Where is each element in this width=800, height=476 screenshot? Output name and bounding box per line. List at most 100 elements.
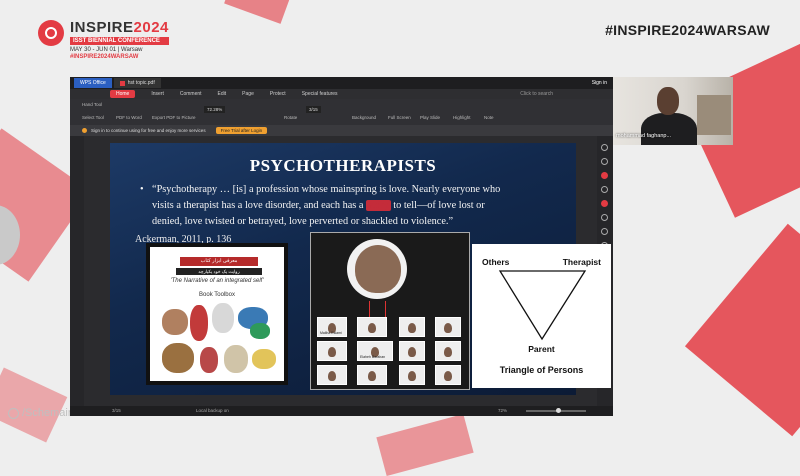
participant-tile (435, 365, 461, 385)
participant-tile (399, 365, 425, 385)
decor-shape (224, 0, 296, 24)
triangle-of-persons-diagram: Others Therapist Parent Triangle of Pers… (472, 244, 611, 388)
toy-image (212, 303, 234, 333)
decor-shape (684, 223, 800, 437)
slide-quote: • “Psychotherapy … [is] a profession whos… (140, 182, 550, 230)
logo-title-text: INSPIRE (70, 19, 134, 36)
sidebar-tool-icon[interactable] (601, 158, 608, 165)
participant-tile (317, 365, 347, 385)
participant-tile (317, 341, 347, 361)
toy-image (224, 345, 248, 373)
menu-insert[interactable]: Insert (151, 91, 164, 97)
quote-text-2b: to tell—of love lost or (393, 200, 485, 211)
logo-subtitle: ISST BIENNIAL CONFERENCE (70, 37, 169, 45)
conference-logo: INSPIRE2024 ISST BIENNIAL CONFERENCE MAY… (38, 20, 169, 60)
quote-line-2: visits a therapist has a love disorder, … (140, 198, 550, 214)
menu-edit[interactable]: Edit (218, 91, 227, 97)
menu-special-features[interactable]: Special features (302, 91, 338, 97)
sign-in-notice: Sign in to continue using for free and e… (70, 125, 613, 136)
quote-line-1: • “Psychotherapy … [is] a profession whos… (140, 184, 501, 195)
menu-bar: Home Insert Comment Edit Page Protect Sp… (70, 89, 613, 99)
participant-tile: Maliha Eslami (317, 317, 347, 337)
sidebar-tool-icon[interactable] (601, 200, 608, 207)
sidebar-tool-icon[interactable] (601, 214, 608, 221)
pdf-app-window: WPS Office hst topic.pdf Sign in Home In… (70, 77, 613, 416)
speaker-camera: mohammad faghanp... (613, 77, 733, 145)
menu-page[interactable]: Page (242, 91, 254, 97)
search-box[interactable]: Click to search (520, 91, 553, 97)
menu-comment[interactable]: Comment (180, 91, 202, 97)
sidebar-tool-icon[interactable] (601, 228, 608, 235)
participant-tile (435, 317, 461, 337)
logo-title: INSPIRE2024 (70, 20, 169, 35)
participant-tile (435, 341, 461, 361)
quote-text-2a: visits a therapist has a love disorder, … (152, 200, 364, 211)
conference-hashtag: #INSPIRE2024WARSAW (605, 22, 770, 38)
book-toolbox-image: معرفی ابزار کتاب روایت یک خود یکپارچه 'T… (146, 243, 288, 385)
video-call-screenshot: Maliha Eslami Elaheh Barahan (310, 232, 470, 390)
participant-tile: Elaheh Barahan (357, 341, 393, 361)
logo-icon (38, 20, 64, 46)
pdf-slide: PSYCHOTHERAPISTS • “Psychotherapy … [is] … (110, 143, 611, 395)
participant-tile (357, 317, 387, 337)
select-tool-button[interactable]: Select Tool (82, 115, 104, 120)
participant-name: Maliha Eslami (320, 331, 342, 335)
camera-shelf (697, 95, 731, 135)
tab-file-label: hst topic.pdf (127, 80, 155, 86)
rotate-button[interactable]: Rotate (284, 115, 297, 120)
export-pdf-button[interactable]: Export PDF to Picture (152, 115, 196, 120)
sidebar-tool-icon[interactable] (601, 186, 608, 193)
quote-line-3: denied, love twisted or betrayed, love p… (140, 214, 550, 230)
participant-name: Elaheh Barahan (360, 355, 386, 359)
quote-text-3: denied, love twisted or betrayed, love p… (152, 216, 454, 227)
decor-shape (376, 414, 474, 476)
participant-tile (399, 341, 425, 361)
menu-home[interactable]: Home (110, 90, 136, 98)
highlight-button[interactable]: Highlight (453, 115, 471, 120)
notice-text: Sign in to continue using for free and e… (91, 128, 206, 133)
highlighted-word: story (366, 200, 391, 211)
tab-file[interactable]: hst topic.pdf (113, 78, 161, 88)
triangle-label-parent: Parent (528, 344, 555, 354)
triangle-caption: Triangle of Persons (499, 365, 584, 375)
toy-image (250, 323, 270, 339)
tab-wps-office[interactable]: WPS Office (74, 78, 112, 88)
participant-tile (357, 365, 387, 385)
quote-text-1: “Psychotherapy … [is] a profession whose… (152, 184, 501, 195)
book-en-title: 'The Narrative of an integrated self' (170, 278, 264, 284)
full-screen-button[interactable]: Full Screen (388, 115, 411, 120)
page-field[interactable]: 3/15 (306, 106, 321, 113)
speaker-name: mohammad faghanp... (616, 133, 672, 139)
pdf-to-word-button[interactable]: PDF to Word (116, 115, 142, 120)
book-fa-title: معرفی ابزار کتاب (180, 257, 258, 266)
speaker-face (355, 245, 401, 293)
speaker-body (641, 113, 697, 145)
note-button[interactable]: Note (484, 115, 494, 120)
pdf-file-icon (119, 80, 125, 86)
participant-tile (399, 317, 425, 337)
status-page: 3/15 (112, 408, 121, 413)
watermark-icon (8, 407, 19, 419)
logo-dates: MAY 30 - JUN 01 | Warsaw (70, 47, 143, 53)
toy-image (252, 349, 276, 369)
info-icon (82, 128, 87, 133)
zoom-field[interactable]: 72.28% (204, 106, 226, 113)
play-slide-button[interactable]: Play Slide (420, 115, 440, 120)
sidebar-tool-icon[interactable] (601, 144, 608, 151)
sign-in-button[interactable]: Sign in (592, 80, 607, 86)
menu-protect[interactable]: Protect (270, 91, 286, 97)
title-bar: WPS Office hst topic.pdf Sign in (70, 77, 613, 89)
status-backup: Local backup on (196, 408, 229, 413)
sidebar-tool-icon[interactable] (601, 172, 608, 179)
free-trial-button[interactable]: Free Trial after Login (215, 127, 268, 134)
logo-year: 2024 (133, 19, 169, 36)
zoom-slider-knob[interactable] (556, 408, 561, 413)
hand-tool-button[interactable]: Hand Tool (82, 102, 102, 107)
toy-image (200, 347, 218, 373)
background-button[interactable]: Background (352, 115, 376, 120)
toolbar: Hand Tool Select Tool PDF to Word Export… (70, 99, 613, 125)
speaker-head (657, 87, 679, 115)
book-fa-subtitle: روایت یک خود یکپارچه (176, 268, 262, 275)
logo-tag: #INSPIRE2024WARSAW (70, 54, 139, 60)
status-zoom: 72% (498, 408, 508, 413)
